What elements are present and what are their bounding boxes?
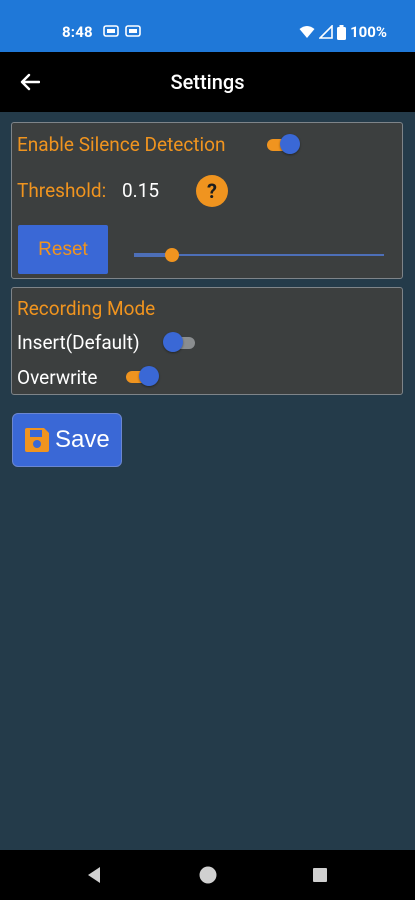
enable-silence-detection-toggle[interactable] — [265, 133, 301, 155]
circle-home-icon[interactable] — [196, 863, 220, 887]
notification-icons — [103, 25, 141, 37]
status-bar: 8:48 100% — [0, 0, 415, 52]
overwrite-toggle[interactable] — [124, 365, 160, 387]
notification-icon — [103, 25, 119, 37]
page-title: Settings — [170, 70, 245, 94]
threshold-label: Threshold: — [17, 179, 107, 202]
enable-silence-detection-label: Enable Silence Detection — [17, 133, 226, 156]
notification-icon — [125, 25, 141, 37]
threshold-slider[interactable] — [134, 243, 384, 267]
wifi-icon — [299, 26, 315, 38]
save-button[interactable]: Save — [12, 413, 122, 467]
question-circle-icon[interactable]: ? — [196, 175, 228, 207]
square-recents-icon[interactable] — [308, 863, 332, 887]
status-right: 100% — [299, 23, 387, 41]
threshold-value: 0.15 — [122, 179, 160, 202]
battery-percentage: 100% — [350, 23, 387, 41]
insert-default-label: Insert(Default) — [17, 331, 140, 354]
cellular-signal-icon — [319, 25, 333, 39]
triangle-back-icon[interactable] — [83, 863, 107, 887]
floppy-disk-icon — [25, 428, 49, 452]
recording-mode-panel: Recording Mode Insert(Default) Overwrite — [11, 287, 403, 395]
overwrite-label: Overwrite — [17, 366, 98, 389]
save-label: Save — [55, 426, 110, 453]
silence-detection-panel: Enable Silence Detection Threshold: 0.15… — [11, 122, 403, 279]
app-bar: Settings — [0, 52, 415, 112]
status-time: 8:48 — [62, 23, 93, 41]
slider-thumb[interactable] — [164, 248, 179, 262]
system-navigation-bar — [0, 850, 415, 900]
reset-button[interactable]: Reset — [18, 225, 108, 274]
recording-mode-title: Recording Mode — [17, 297, 156, 320]
battery-icon — [337, 24, 347, 40]
insert-default-toggle[interactable] — [163, 331, 199, 353]
